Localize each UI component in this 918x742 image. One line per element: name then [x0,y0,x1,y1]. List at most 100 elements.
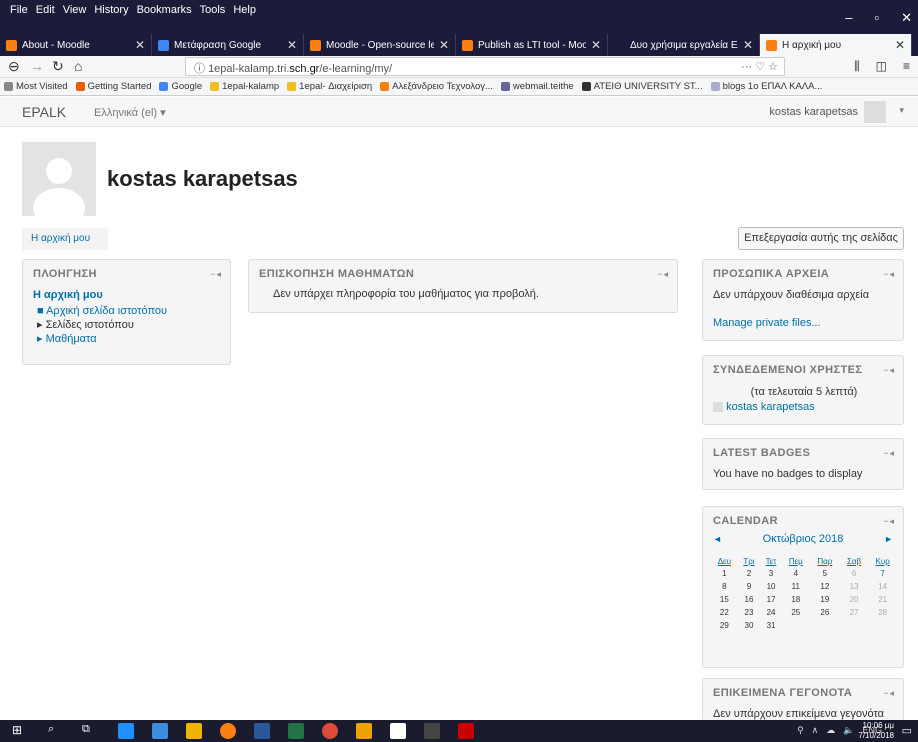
close-tab-icon[interactable]: ✕ [895,38,905,52]
page-actions[interactable]: ··· ♡ ☆ [741,60,778,73]
language-menu[interactable]: Ελληνικά (el) ▾ [94,106,166,119]
calendar-day[interactable]: 19 [810,593,840,606]
calendar-day[interactable]: 12 [810,580,840,593]
block-controls-icon[interactable]: −◂ [210,269,222,280]
calendar-day[interactable]: 10 [760,580,782,593]
menu-help[interactable]: Help [233,4,256,16]
menu-bookmarks[interactable]: Bookmarks [137,4,192,16]
search-icon[interactable]: ⌕ [48,723,64,739]
bookmark-item[interactable]: Google [159,81,202,92]
bookmark-item[interactable]: Αλεξάνδρειο Τεχνολογ... [380,81,493,92]
calendar-day[interactable]: 28 [868,606,897,619]
bookmark-item[interactable]: 1epal- Διαχείριση [287,81,372,92]
menu-icon[interactable]: ≡ [903,59,910,74]
calendar-day[interactable]: 9 [738,580,761,593]
calendar-day[interactable]: 6 [840,567,868,580]
info-icon[interactable]: ⓘ [194,63,205,75]
notifications-icon[interactable]: ▭ [902,724,912,737]
chevron-down-icon[interactable]: ▾ [899,105,904,116]
calendar-day[interactable]: 22 [711,606,738,619]
close-tab-icon[interactable]: ✕ [287,38,297,52]
close-tab-icon[interactable]: ✕ [135,38,145,52]
calendar-day[interactable]: 24 [760,606,782,619]
store-icon[interactable] [186,723,202,739]
restore-icon[interactable]: ▫ [874,10,879,26]
calendar-day[interactable]: 30 [738,619,761,632]
close-tab-icon[interactable]: ✕ [439,38,449,52]
calendar-day[interactable]: 16 [738,593,761,606]
nav-home-link[interactable]: Η αρχική μου [33,288,222,302]
close-window-icon[interactable]: ✕ [901,10,912,26]
menu-view[interactable]: View [63,4,87,16]
block-controls-icon[interactable]: −◂ [883,688,895,699]
notepad-icon[interactable] [390,723,406,739]
calendar-day[interactable]: 8 [711,580,738,593]
calendar-day[interactable]: 31 [760,619,782,632]
edge-icon[interactable] [118,723,134,739]
acrobat-icon[interactable] [458,723,474,739]
close-tab-icon[interactable]: ✕ [591,38,601,52]
browser-tab[interactable]: Moodle - Open-source lear ✕ [304,34,456,56]
browser-tab[interactable]: Μετάφραση Google ✕ [152,34,304,56]
bookmark-item[interactable]: blogs 1o ΕΠΑΛ ΚΑΛΑ... [710,81,822,92]
calendar-month[interactable]: Οκτώβριος 2018 [703,533,903,545]
user-avatar[interactable] [864,101,886,123]
menu-edit[interactable]: Edit [36,4,55,16]
minimize-icon[interactable]: – [845,10,852,26]
next-month-icon[interactable]: ► [884,534,893,544]
excel-icon[interactable] [288,723,304,739]
menu-file[interactable]: File [10,4,28,16]
menu-history[interactable]: History [94,4,128,16]
bookmark-item[interactable]: 1epal-kalamp [210,81,279,92]
bookmark-item[interactable]: Getting Started [75,81,151,92]
chrome-icon[interactable] [322,723,338,739]
calendar-day[interactable]: 23 [738,606,761,619]
address-bar[interactable]: ⓘ 1epal-kalamp.tri.sch.gr/e-learning/my/… [185,57,785,76]
user-menu-name[interactable]: kostas karapetsas [769,106,858,118]
clock[interactable]: 10:06 μμ 7/10/2018 [858,721,894,741]
calendar-day[interactable]: 15 [711,593,738,606]
calendar-day[interactable]: 14 [868,580,897,593]
nav-item-site-pages[interactable]: ▸ Σελίδες ιστοτόπου [33,318,222,332]
app-icon[interactable] [424,723,440,739]
forward-icon[interactable]: → [30,58,44,74]
network-icon[interactable]: ☁ [826,725,835,736]
calendar-day[interactable]: 26 [810,606,840,619]
menu-tools[interactable]: Tools [200,4,226,16]
word-icon[interactable] [254,723,270,739]
calendar-day[interactable]: 25 [782,606,810,619]
calendar-day[interactable]: 11 [782,580,810,593]
calendar-day[interactable]: 1 [711,567,738,580]
calendar-day[interactable]: 2 [738,567,761,580]
people-icon[interactable]: ⚲ [797,725,804,736]
calendar-day[interactable]: 20 [840,593,868,606]
firefox-icon[interactable] [220,723,236,739]
block-controls-icon[interactable]: −◂ [657,269,669,280]
browser-tab[interactable]: About - Moodle ✕ [0,34,152,56]
online-user-name[interactable]: kostas karapetsas [726,401,815,413]
calendar-day[interactable]: 27 [840,606,868,619]
task-view-icon[interactable]: ⧉ [82,723,98,739]
library-icon[interactable]: ⫼ [854,59,860,74]
browser-tab[interactable]: Publish as LTI tool - Moodl ✕ [456,34,608,56]
calendar-day[interactable]: 17 [760,593,782,606]
volume-icon[interactable]: 🔈 [843,725,854,736]
close-tab-icon[interactable]: ✕ [743,38,753,52]
bookmark-item[interactable]: Most Visited [4,81,68,92]
sidebar-icon[interactable]: ◫ [876,59,887,74]
bookmark-item[interactable]: ATEIΘ UNIVERSITY ST... [581,81,703,92]
back-icon[interactable]: ⊖ [8,58,20,75]
calendar-day[interactable]: 7 [868,567,897,580]
nav-item-site-home[interactable]: ■ Αρχική σελίδα ιστοτόπου [33,304,222,318]
powerpoint-icon[interactable] [356,723,372,739]
block-controls-icon[interactable]: −◂ [883,269,895,280]
nav-item-courses[interactable]: ▸ Μαθήματα [33,332,222,346]
start-icon[interactable]: ⊞ [12,723,28,739]
explorer-icon[interactable] [152,723,168,739]
bookmark-item[interactable]: webmail.teithe [500,81,574,92]
browser-tab[interactable]: Η αρχική μου ✕ [760,34,912,56]
block-controls-icon[interactable]: −◂ [883,516,895,527]
calendar-day[interactable]: 13 [840,580,868,593]
online-user-row[interactable]: kostas karapetsas [713,400,895,414]
reload-icon[interactable]: ↻ [52,58,64,75]
